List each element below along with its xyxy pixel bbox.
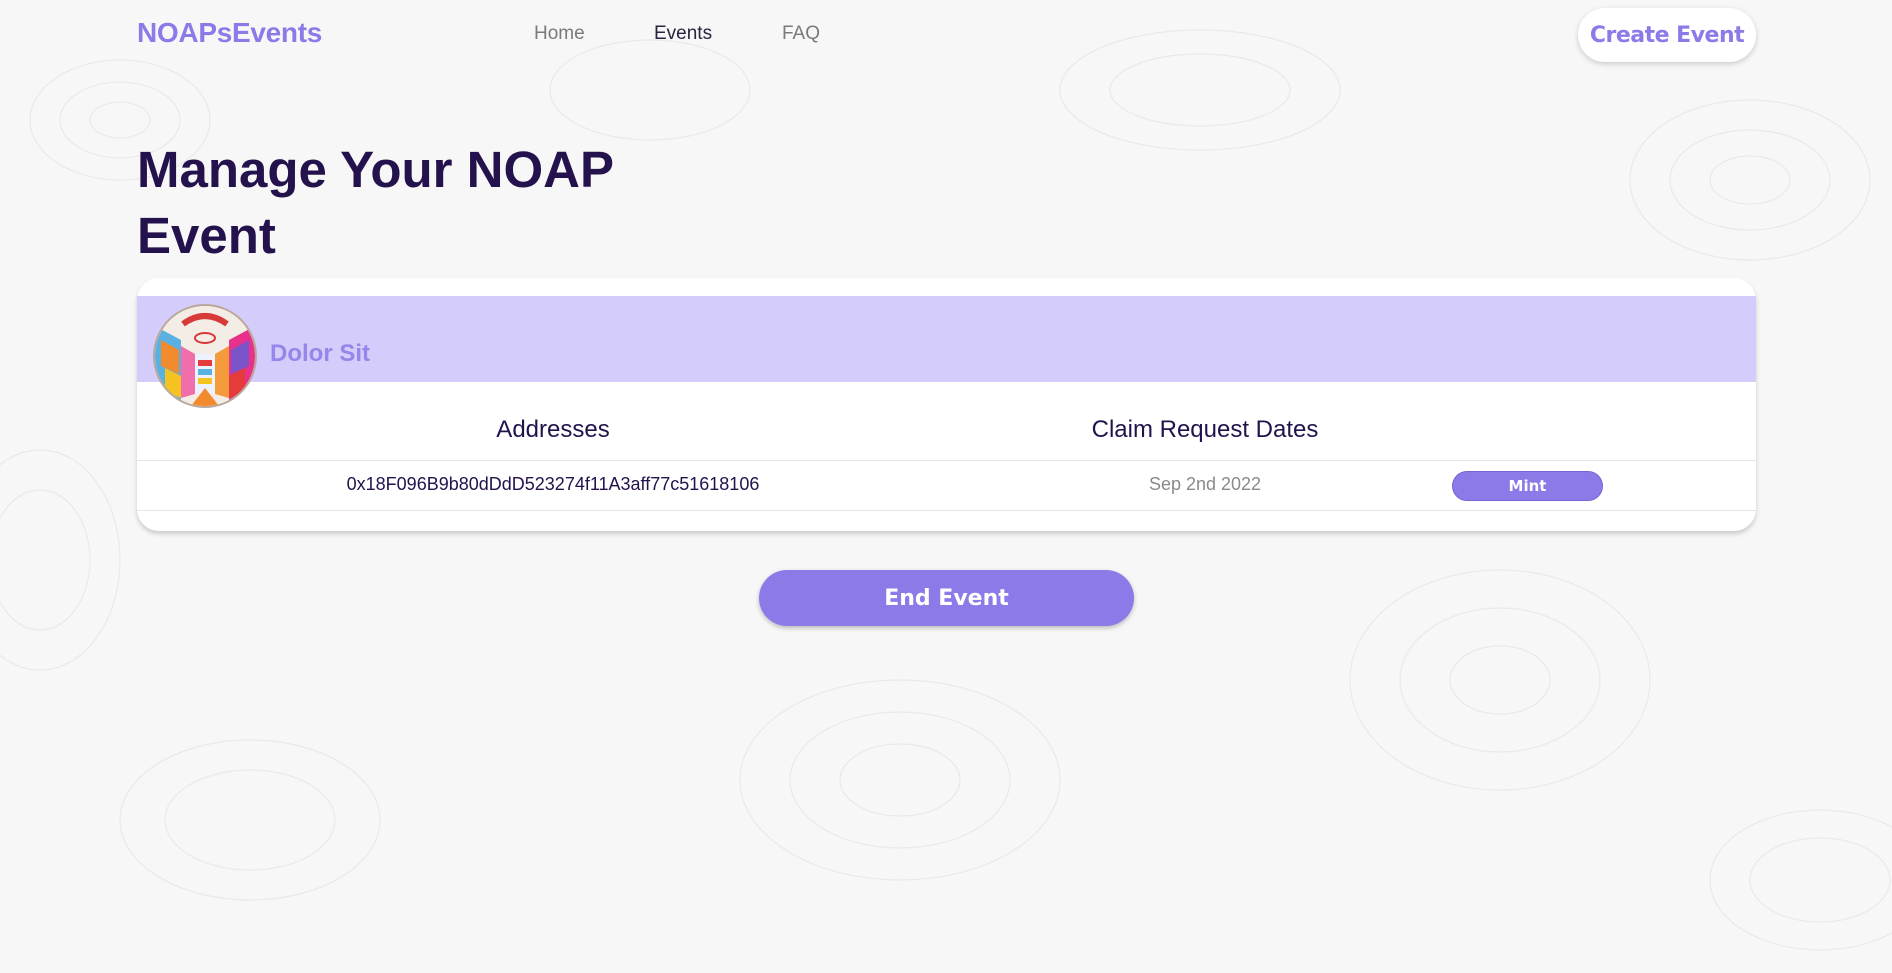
event-name: Dolor Sit xyxy=(270,340,370,367)
row-divider xyxy=(137,510,1756,511)
event-card: Dolor Sit Addresses Claim Request Dates … xyxy=(137,278,1756,531)
event-header: Dolor Sit xyxy=(137,296,1756,406)
claim-dates-column-header: Claim Request Dates xyxy=(1091,416,1319,443)
nav-events-link[interactable]: Events xyxy=(654,23,712,45)
end-event-button[interactable]: End Event xyxy=(759,570,1134,626)
addresses-column-header: Addresses xyxy=(496,416,610,443)
page-title: Manage Your NOAP Event xyxy=(137,141,614,264)
art-basel-event-badge-icon xyxy=(155,306,255,406)
row-divider xyxy=(137,460,1756,461)
logo[interactable]: NOAPsEvents xyxy=(137,17,322,49)
address-cell: 0x18F096B9b80dDdD523274f11A3aff77c516181… xyxy=(346,474,760,494)
nav-faq-link[interactable]: FAQ xyxy=(782,23,820,45)
nav-home-link[interactable]: Home xyxy=(534,23,585,45)
mint-button[interactable]: Mint xyxy=(1452,471,1603,501)
claim-date-cell: Sep 2nd 2022 xyxy=(1148,474,1262,494)
create-event-button[interactable]: Create Event xyxy=(1578,8,1756,62)
